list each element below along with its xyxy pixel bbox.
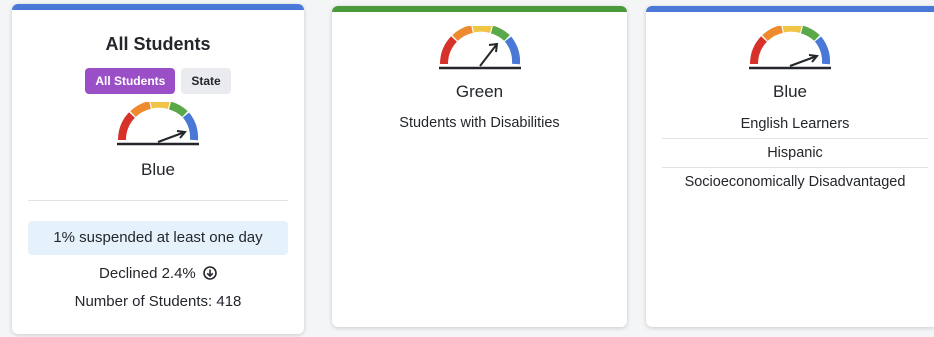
status-level: Blue (140, 160, 176, 179)
card-status-bar (332, 6, 627, 12)
divider (28, 200, 288, 201)
student-group-item: Socioeconomically Disadvantaged (684, 174, 906, 190)
status-level: Blue (772, 82, 808, 101)
student-count: Number of Students: 418 (74, 293, 242, 310)
arrow-down-circle-icon (203, 266, 217, 280)
student-group-item: English Learners (662, 110, 928, 139)
card-status-bar (12, 4, 304, 10)
all-students-card: All Students All Students State Blue 1% … (12, 4, 304, 334)
state-toggle-button[interactable]: State (181, 68, 231, 94)
card-status-bar (646, 6, 934, 12)
all-students-toggle-button[interactable]: All Students (85, 68, 176, 94)
status-level: Green (455, 82, 504, 101)
blue-level-card: Blue English Learners Hispanic Socioecon… (646, 6, 934, 327)
suspension-rate-box: 1% suspended at least one day (28, 221, 288, 255)
gauge-icon (749, 26, 831, 70)
student-group-item: Students with Disabilities (399, 115, 560, 131)
student-group-list: English Learners Hispanic Socioeconomica… (646, 110, 934, 196)
student-group-item: Hispanic (662, 139, 928, 168)
change-indicator: Declined 2.4% (12, 265, 304, 282)
comparison-toggle: All Students State (12, 68, 304, 94)
change-text: Declined 2.4% (99, 265, 196, 282)
gauge-icon (117, 102, 199, 146)
card-title: All Students (105, 34, 211, 54)
green-level-card: Green Students with Disabilities (332, 6, 627, 327)
gauge-icon (438, 26, 521, 70)
